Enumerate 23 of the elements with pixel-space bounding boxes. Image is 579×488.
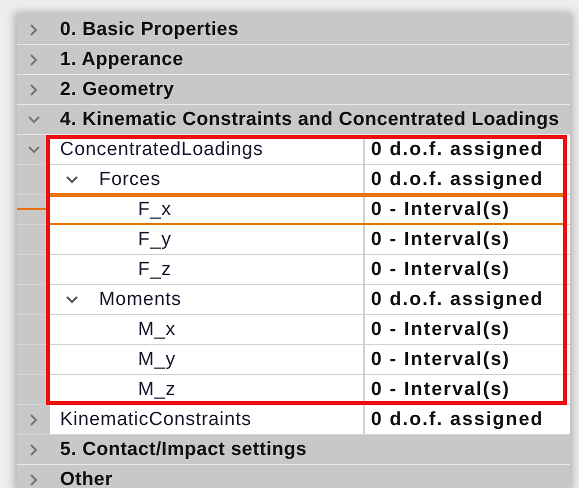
property-name: F_x [138,198,172,220]
property-value: 0 - Interval(s) [365,255,570,284]
property-value: 0 d.o.f. assigned [365,405,570,434]
property-name: M_y [138,348,176,370]
property-name: ConcentratedLoadings [60,138,264,160]
property-name: KinematicConstraints [60,408,252,430]
category-header[interactable]: 5. Contact/Impact settings [17,435,570,465]
property-name: Forces [99,168,161,190]
property-value: 0 d.o.f. assigned [365,285,570,314]
property-value: 0 - Interval(s) [365,225,570,254]
property-value: 0 - Interval(s) [365,345,570,374]
category-header[interactable]: 1. Apperance [17,45,570,75]
property-name: Moments [99,288,182,310]
property-value: 0 d.o.f. assigned [365,165,570,194]
property-name: F_z [138,258,172,280]
category-header[interactable]: 2. Geometry [17,75,570,105]
category-header[interactable]: 0. Basic Properties [17,15,570,45]
property-name: F_y [138,228,172,250]
property-name: M_z [138,378,176,400]
property-name: M_x [138,318,176,340]
category-header[interactable]: Other [17,465,570,488]
category-header[interactable]: 4. Kinematic Constraints and Concentrated Loadings [17,105,570,135]
property-value: 0 - Interval(s) [365,315,570,344]
